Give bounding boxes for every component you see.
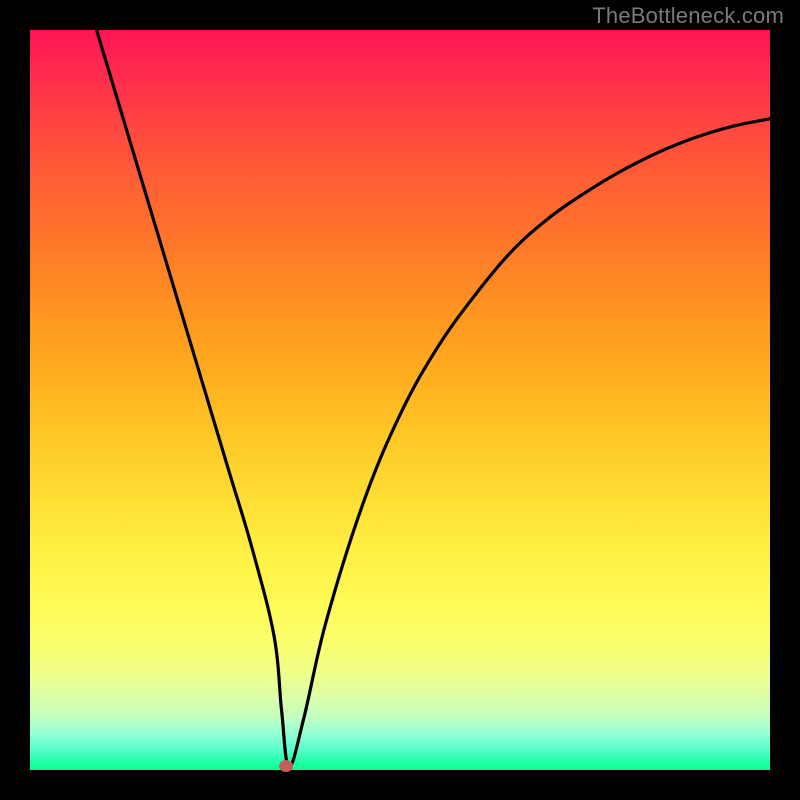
chart-container: TheBottleneck.com (0, 0, 800, 800)
minimum-marker (279, 760, 293, 772)
bottleneck-curve (30, 30, 770, 770)
watermark-text: TheBottleneck.com (592, 3, 784, 29)
plot-area (30, 30, 770, 770)
